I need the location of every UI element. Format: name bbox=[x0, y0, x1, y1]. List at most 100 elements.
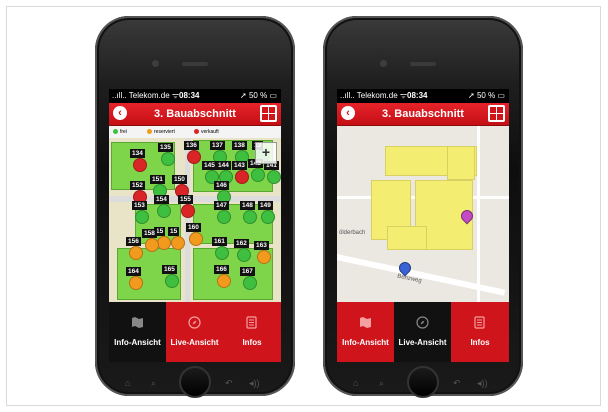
clock: 08:34 bbox=[179, 91, 200, 100]
earpiece-speaker bbox=[182, 62, 208, 66]
front-camera bbox=[152, 60, 159, 67]
legend-dot bbox=[194, 129, 199, 135]
lot-number-label: 135 bbox=[158, 143, 173, 152]
lot-number-label: 160 bbox=[186, 223, 201, 232]
search-icon: ⌕ bbox=[379, 378, 385, 388]
home-button[interactable] bbox=[179, 366, 211, 398]
lot-number-label: 146 bbox=[214, 181, 229, 190]
battery-indicator: ➚ 50 % ▭ bbox=[468, 91, 505, 100]
lot-status-marker[interactable] bbox=[129, 246, 143, 260]
volume-icon: ◂)) bbox=[477, 378, 488, 388]
lot-status-marker[interactable] bbox=[267, 170, 281, 184]
lot-status-marker[interactable] bbox=[145, 238, 159, 252]
legend-dot bbox=[147, 129, 152, 135]
tab-label: Info-Ansicht bbox=[114, 338, 161, 347]
lot-status-marker[interactable] bbox=[261, 210, 275, 224]
tab-info-ansicht[interactable]: Info-Ansicht bbox=[109, 302, 166, 362]
front-camera bbox=[380, 60, 387, 67]
phone-screen: ..ıll.. Telekom.de ᯤ 08:34 ➚ 50 % ▭ ‹ 3.… bbox=[109, 89, 281, 362]
map-icon bbox=[360, 317, 371, 328]
tab-label: Live-Ansicht bbox=[170, 338, 219, 347]
compass-icon bbox=[188, 316, 201, 329]
lot-number-label: 143 bbox=[232, 161, 247, 170]
lot-status-marker[interactable] bbox=[135, 210, 149, 224]
lot-status-marker[interactable] bbox=[187, 150, 201, 164]
lot-status-marker[interactable] bbox=[217, 210, 231, 224]
lot-status-marker[interactable] bbox=[235, 170, 249, 184]
compass-icon bbox=[416, 316, 429, 329]
lot-status-marker[interactable] bbox=[129, 276, 143, 290]
page-title: 3. Bauabschnitt bbox=[382, 108, 464, 120]
lot-status-marker[interactable] bbox=[157, 204, 171, 218]
lot-status-marker[interactable] bbox=[237, 248, 251, 262]
lot-status-marker[interactable] bbox=[257, 250, 271, 264]
map-icon bbox=[132, 317, 143, 328]
lot-status-marker[interactable] bbox=[243, 210, 257, 224]
tab-bar: Info-Ansicht Live-Ansicht Infos bbox=[337, 302, 509, 362]
map-road bbox=[337, 254, 506, 296]
map-road bbox=[477, 126, 480, 302]
home-icon: ⌂ bbox=[125, 378, 131, 388]
lot-status-marker[interactable] bbox=[251, 168, 265, 182]
back-arrow-icon: ↶ bbox=[225, 378, 233, 388]
plot-area bbox=[193, 204, 273, 244]
lot-status-marker[interactable] bbox=[161, 152, 175, 166]
glass-reflection bbox=[327, 20, 519, 84]
lot-number-label: 162 bbox=[234, 239, 249, 248]
back-arrow-icon: ↶ bbox=[453, 378, 461, 388]
live-map[interactable]: ölderbach Benzweg bbox=[337, 126, 509, 302]
lot-number-label: 137 bbox=[210, 141, 225, 150]
lot-number-label: 165 bbox=[162, 265, 177, 274]
lot-number-label: 161 bbox=[212, 237, 227, 246]
lot-number-label: 164 bbox=[126, 267, 141, 276]
tab-infos[interactable]: Infos bbox=[223, 302, 281, 362]
glass-reflection bbox=[99, 20, 291, 84]
clock: 08:34 bbox=[407, 91, 428, 100]
lot-number-label: 153 bbox=[132, 201, 147, 210]
info-icon bbox=[246, 316, 257, 329]
lot-number-label: 152 bbox=[130, 181, 145, 190]
volume-icon: ◂)) bbox=[249, 378, 260, 388]
site-plan[interactable]: 1341351361371381314514414314214115115015… bbox=[109, 138, 281, 302]
site-plan-view: frei reserviert verkauft 134 135 136 137 138… bbox=[109, 126, 281, 302]
lot-status-marker[interactable] bbox=[181, 204, 195, 218]
lot-number-label: 166 bbox=[214, 265, 229, 274]
home-button[interactable] bbox=[407, 366, 439, 398]
legend-item-sold: verkauft bbox=[194, 126, 219, 138]
map-block bbox=[387, 226, 427, 250]
status-bar: ..ıll.. Telekom.de ᯤ 08:34 ➚ 50 % ▭ bbox=[337, 89, 509, 103]
lot-number-label: 151 bbox=[150, 175, 165, 184]
tab-live-ansicht[interactable]: Live-Ansicht bbox=[166, 302, 223, 362]
lot-status-marker[interactable] bbox=[243, 276, 257, 290]
status-legend: frei reserviert verkauft bbox=[109, 126, 281, 138]
tab-info-ansicht[interactable]: Info-Ansicht bbox=[337, 302, 394, 362]
lot-number-label: 148 bbox=[240, 201, 255, 210]
tab-live-ansicht[interactable]: Live-Ansicht bbox=[394, 302, 451, 362]
tab-label: Infos bbox=[470, 338, 490, 347]
carrier-label: ..ıll.. Telekom.de ᯤ bbox=[112, 91, 180, 100]
tab-label: Info-Ansicht bbox=[342, 338, 389, 347]
phone-left: ..ıll.. Telekom.de ᯤ 08:34 ➚ 50 % ▭ ‹ 3.… bbox=[95, 16, 295, 398]
lot-number-label: 158 bbox=[142, 229, 157, 238]
home-icon: ⌂ bbox=[353, 378, 359, 388]
info-icon bbox=[474, 316, 485, 329]
page-title: 3. Bauabschnitt bbox=[154, 108, 236, 120]
lot-status-marker[interactable] bbox=[133, 158, 147, 172]
live-map-view: ölderbach Benzweg bbox=[337, 126, 509, 302]
zoom-in-button[interactable]: + bbox=[255, 142, 277, 164]
lot-number-label: 136 bbox=[184, 141, 199, 150]
lot-status-marker[interactable] bbox=[165, 274, 179, 288]
lot-status-marker[interactable] bbox=[171, 236, 185, 250]
lot-status-marker[interactable] bbox=[189, 232, 203, 246]
grid-menu-button[interactable] bbox=[260, 105, 277, 122]
phone-right: ..ıll.. Telekom.de ᯤ 08:34 ➚ 50 % ▭ ‹ 3.… bbox=[323, 16, 523, 398]
lot-status-marker[interactable] bbox=[217, 274, 231, 288]
lot-status-marker[interactable] bbox=[215, 246, 229, 260]
tab-infos[interactable]: Infos bbox=[451, 302, 509, 362]
grid-menu-button[interactable] bbox=[488, 105, 505, 122]
lot-number-label: 15 bbox=[168, 227, 180, 236]
legend-item-free: frei bbox=[113, 126, 127, 138]
map-block bbox=[447, 146, 475, 180]
lot-number-label: 163 bbox=[254, 241, 269, 250]
lot-status-marker[interactable] bbox=[157, 236, 171, 250]
